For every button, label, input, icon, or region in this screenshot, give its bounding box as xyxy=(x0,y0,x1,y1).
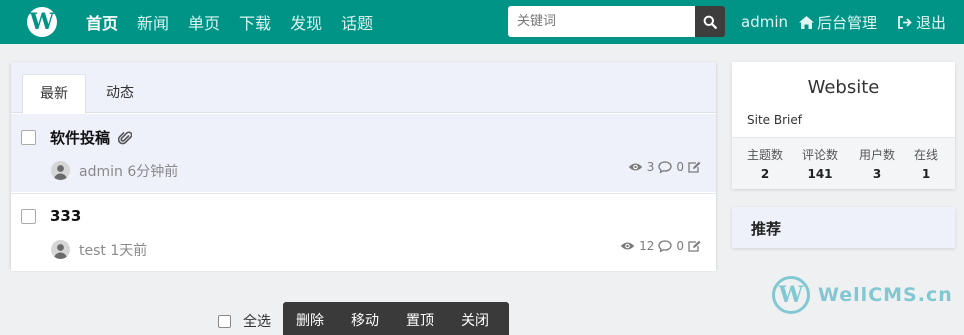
stat-value: 141 xyxy=(807,167,833,181)
site-brief: Site Brief xyxy=(747,113,802,127)
thread-time: 1天前 xyxy=(110,243,148,259)
logout-link[interactable]: 退出 xyxy=(898,0,946,44)
thread-row[interactable]: 333 test 1天前 12 0 xyxy=(11,193,716,271)
eye-icon xyxy=(620,242,635,250)
move-button[interactable]: 移动 xyxy=(338,310,379,330)
pin-button[interactable]: 置顶 xyxy=(393,310,434,330)
thread-title-text[interactable]: 软件投稿 xyxy=(50,127,110,148)
nav-discover[interactable]: 发现 xyxy=(290,10,322,34)
edit-icon[interactable] xyxy=(688,161,701,173)
recommend-title: 推荐 xyxy=(751,220,782,238)
avatar[interactable] xyxy=(51,240,70,259)
logout-icon xyxy=(898,15,912,29)
watermark: W WellCMS.cn xyxy=(772,276,953,314)
user-avatar-icon xyxy=(54,165,67,180)
username[interactable]: admin xyxy=(741,13,788,31)
nav-news[interactable]: 新闻 xyxy=(137,10,169,34)
stat-users: 用户数 3 xyxy=(859,146,895,181)
select-all-checkbox[interactable] xyxy=(218,314,231,328)
thread-stats: 3 0 xyxy=(628,160,701,174)
thread-time: 6分钟前 xyxy=(127,164,179,180)
eye-icon xyxy=(628,163,642,171)
edit-icon[interactable] xyxy=(688,240,701,252)
site-logo[interactable]: W xyxy=(27,7,57,37)
top-navbar: W 首页 新闻 单页 下载 发现 话题 admin 后台管理 退出 xyxy=(0,0,964,44)
nav-home[interactable]: 首页 xyxy=(86,10,118,34)
main-nav: 首页 新闻 单页 下载 发现 话题 xyxy=(86,0,392,44)
search-icon xyxy=(703,15,717,29)
user-link[interactable]: admin xyxy=(741,0,788,44)
tab-activity[interactable]: 动态 xyxy=(103,74,137,114)
thread-list-card: 最新 动态 软件投稿 admin 6分钟前 3 0 333 test 1天前 1… xyxy=(11,62,716,271)
view-count: 12 xyxy=(639,239,655,253)
view-count: 3 xyxy=(646,160,655,174)
stat-comments: 评论数 141 xyxy=(802,146,838,181)
delete-button[interactable]: 删除 xyxy=(283,310,324,330)
search-input[interactable] xyxy=(508,6,695,37)
admin-label[interactable]: 后台管理 xyxy=(817,12,877,33)
select-all-label[interactable]: 全选 xyxy=(243,311,271,331)
stat-online: 在线 1 xyxy=(914,146,938,181)
paperclip-icon xyxy=(118,130,133,144)
stat-label: 用户数 xyxy=(859,148,896,162)
recommend-card: 推荐 xyxy=(732,207,955,248)
thread-checkbox[interactable] xyxy=(21,130,36,145)
user-avatar-icon xyxy=(54,244,67,259)
stat-value: 2 xyxy=(760,167,770,181)
logout-label[interactable]: 退出 xyxy=(916,12,946,33)
thread-author[interactable]: test xyxy=(79,243,106,259)
watermark-logo-icon: W xyxy=(772,276,810,314)
thread-meta: admin 6分钟前 xyxy=(79,161,178,181)
tab-bar: 最新 动态 xyxy=(11,62,716,114)
thread-stats: 12 0 xyxy=(620,239,701,253)
nav-topic[interactable]: 话题 xyxy=(341,10,373,34)
thread-row[interactable]: 软件投稿 admin 6分钟前 3 0 xyxy=(11,114,716,192)
nav-download[interactable]: 下载 xyxy=(239,10,271,34)
stat-value: 1 xyxy=(921,167,931,181)
site-name: Website xyxy=(807,77,880,98)
bulk-action-toolbar: 删除 移动 置顶 关闭 xyxy=(283,302,509,335)
site-info-card: Website Site Brief 主题数 2 评论数 141 用户数 3 在… xyxy=(732,62,955,189)
stat-value: 3 xyxy=(872,167,882,181)
comment-count: 0 xyxy=(676,239,684,253)
watermark-text: WellCMS.cn xyxy=(818,284,953,306)
select-all[interactable]: 全选 xyxy=(218,311,271,331)
comment-count: 0 xyxy=(676,160,684,174)
stat-label: 评论数 xyxy=(802,148,839,162)
avatar[interactable] xyxy=(51,161,70,180)
search-box xyxy=(508,6,725,37)
home-icon xyxy=(799,15,814,29)
stat-label: 主题数 xyxy=(747,148,784,162)
close-button[interactable]: 关闭 xyxy=(448,310,489,330)
stat-threads: 主题数 2 xyxy=(747,146,783,181)
tab-latest[interactable]: 最新 xyxy=(22,74,86,114)
thread-title-text[interactable]: 333 xyxy=(50,207,81,225)
thread-author[interactable]: admin xyxy=(79,164,123,180)
thread-title[interactable]: 软件投稿 xyxy=(50,127,133,148)
comment-icon xyxy=(658,161,673,173)
comment-icon xyxy=(658,240,673,252)
thread-title[interactable]: 333 xyxy=(50,207,81,225)
admin-link[interactable]: 后台管理 xyxy=(799,0,877,44)
thread-checkbox[interactable] xyxy=(21,209,36,224)
thread-meta: test 1天前 xyxy=(79,240,147,260)
nav-page[interactable]: 单页 xyxy=(188,10,220,34)
site-stats: 主题数 2 评论数 141 用户数 3 在线 1 xyxy=(732,137,955,189)
search-button[interactable] xyxy=(695,6,725,37)
stat-label: 在线 xyxy=(914,148,939,162)
